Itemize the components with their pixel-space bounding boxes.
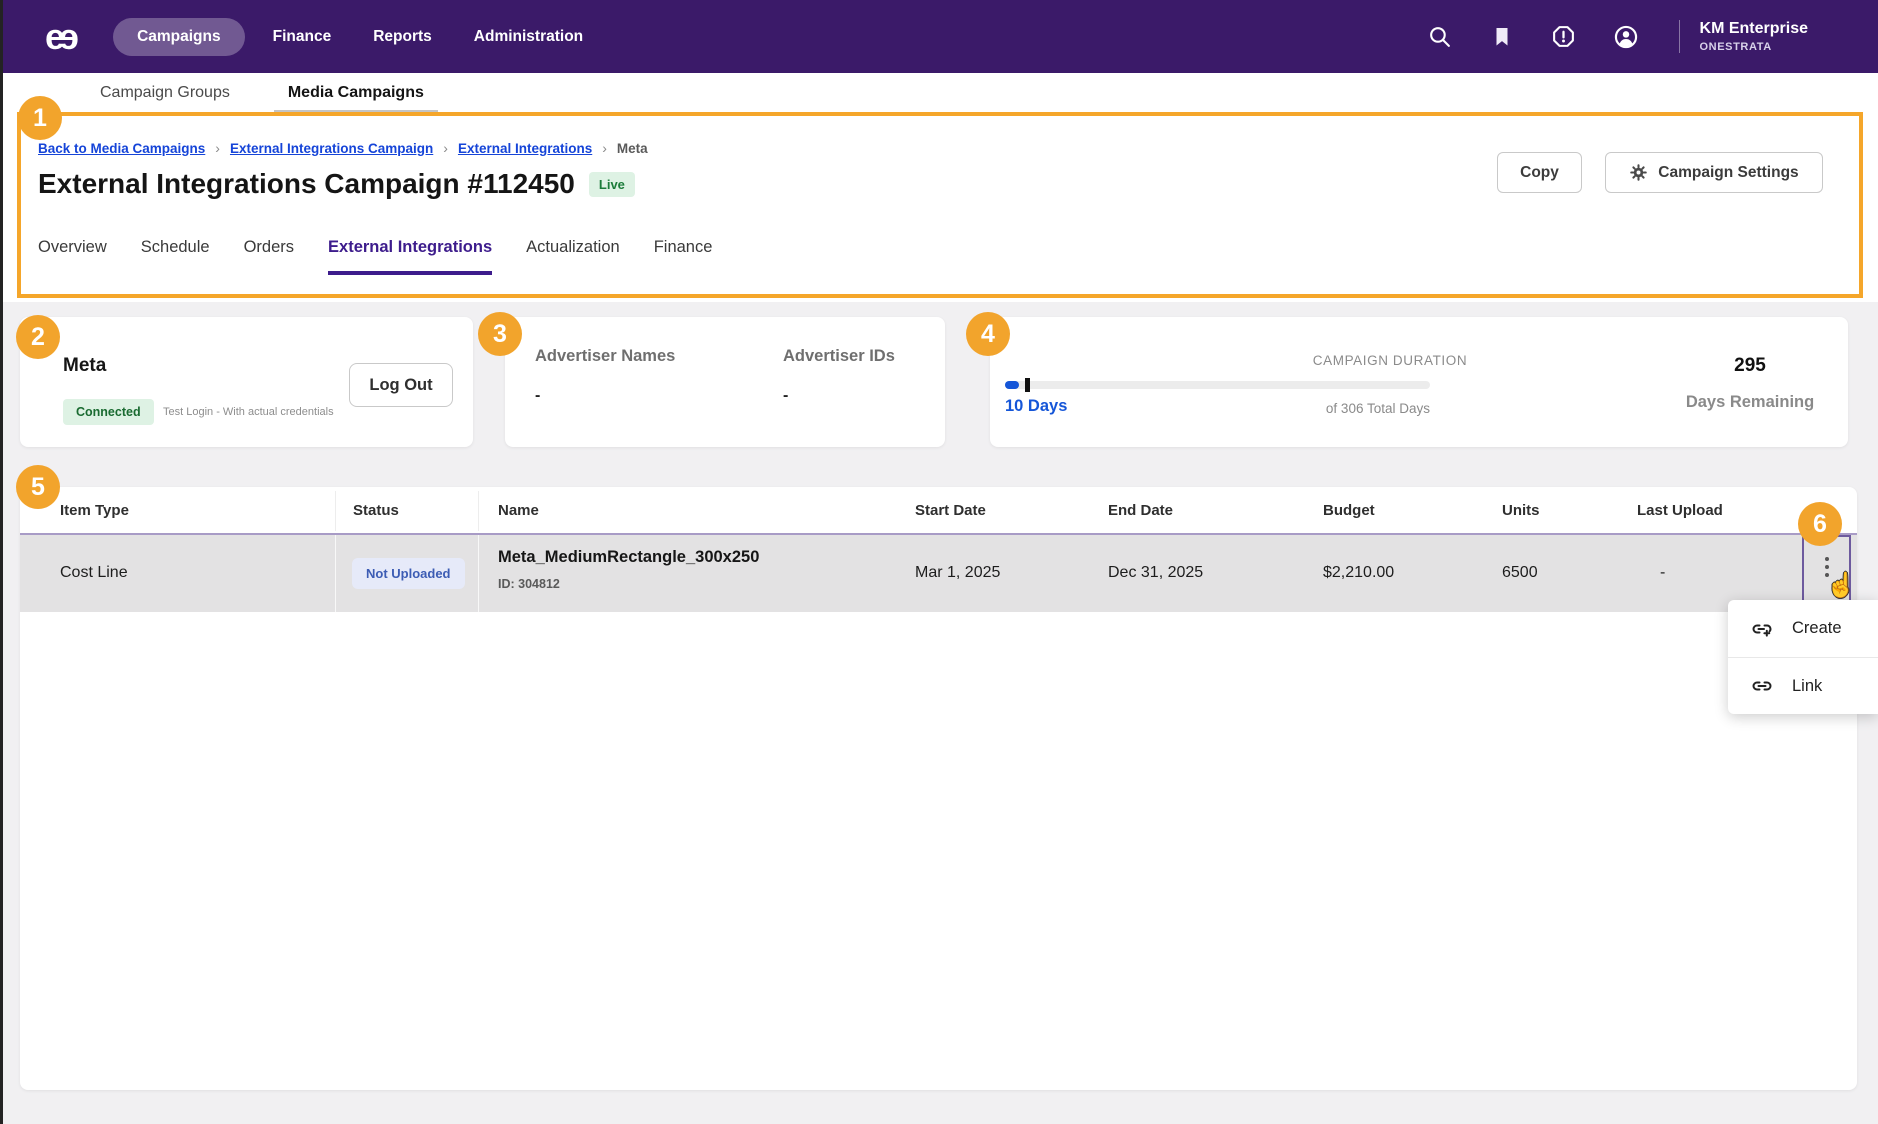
days-remaining-label: Days Remaining (1670, 393, 1830, 412)
account-name: KM Enterprise (1700, 20, 1808, 38)
breadcrumb-current: Meta (617, 141, 648, 156)
campaign-settings-button[interactable]: Campaign Settings (1605, 152, 1823, 193)
nav-item-reports[interactable]: Reports (359, 18, 446, 56)
campaign-settings-label: Campaign Settings (1658, 164, 1798, 182)
top-navigation-bar: ee Campaigns Finance Reports Administrat… (0, 0, 1878, 73)
days-remaining-value: 295 (1670, 355, 1830, 377)
tab-actualization[interactable]: Actualization (526, 238, 620, 275)
status-badge-live: Live (589, 172, 635, 197)
primary-nav: Campaigns Finance Reports Administration (113, 18, 597, 56)
link-plus-icon (1750, 617, 1774, 641)
topbar-actions: KM Enterprise ONESTRATA (1427, 20, 1808, 53)
connection-note: Test Login - With actual credentials (163, 406, 334, 418)
app-screen: ee Campaigns Finance Reports Administrat… (0, 0, 1878, 1124)
subtab-media-campaigns[interactable]: Media Campaigns (288, 84, 424, 102)
search-icon[interactable] (1427, 24, 1453, 50)
nav-item-administration[interactable]: Administration (460, 18, 597, 56)
account-icon[interactable] (1613, 24, 1639, 50)
page-title: External Integrations Campaign #112450 (38, 168, 575, 200)
advertiser-names-value: - (535, 387, 540, 405)
column-divider (478, 535, 479, 612)
alert-icon[interactable] (1551, 24, 1577, 50)
duration-progress-track (1005, 381, 1430, 389)
tab-external-integrations[interactable]: External Integrations (328, 238, 492, 275)
copy-button[interactable]: Copy (1497, 152, 1582, 193)
duration-total-label: of 306 Total Days (1290, 401, 1430, 416)
cell-units: 6500 (1502, 564, 1538, 582)
menu-item-create[interactable]: Create (1728, 600, 1878, 657)
connected-badge: Connected (63, 399, 154, 425)
subtab-campaign-groups[interactable]: Campaign Groups (100, 84, 230, 102)
gear-icon (1629, 163, 1648, 182)
cell-status-badge: Not Uploaded (352, 558, 465, 589)
advertiser-names-label: Advertiser Names (535, 347, 675, 366)
col-units[interactable]: Units (1502, 502, 1540, 519)
account-switcher[interactable]: KM Enterprise ONESTRATA (1679, 20, 1808, 53)
nav-item-campaigns[interactable]: Campaigns (113, 18, 245, 56)
log-out-button[interactable]: Log Out (349, 363, 453, 407)
menu-item-link[interactable]: Link (1728, 657, 1878, 714)
cell-start-date: Mar 1, 2025 (915, 564, 1000, 582)
campaign-tabs: Overview Schedule Orders External Integr… (38, 238, 712, 275)
chevron-right-icon: › (215, 140, 220, 156)
column-divider (478, 491, 479, 531)
breadcrumb-back-link[interactable]: Back to Media Campaigns (38, 141, 205, 156)
tab-finance[interactable]: Finance (654, 238, 713, 275)
tab-schedule[interactable]: Schedule (141, 238, 210, 275)
breadcrumb: Back to Media Campaigns › External Integ… (38, 140, 648, 156)
column-divider (335, 535, 336, 612)
tab-overview[interactable]: Overview (38, 238, 107, 275)
copy-button-label: Copy (1520, 164, 1559, 182)
cell-name: Meta_MediumRectangle_300x250 (498, 548, 759, 567)
col-end-date[interactable]: End Date (1108, 502, 1173, 519)
advertiser-ids-value: - (783, 387, 788, 405)
table-row[interactable]: Cost Line Not Uploaded Meta_MediumRectan… (20, 535, 1857, 612)
integration-items-table: Item Type Status Name Start Date End Dat… (20, 487, 1857, 1090)
connection-title: Meta (63, 355, 106, 377)
secondary-nav: Campaign Groups Media Campaigns (0, 73, 1878, 112)
meta-connection-card: Meta Connected Test Login - With actual … (20, 317, 473, 447)
duration-title: CAMPAIGN DURATION (1220, 353, 1560, 368)
campaign-duration-card: CAMPAIGN DURATION 10 Days of 306 Total D… (990, 317, 1848, 447)
cell-budget: $2,210.00 (1323, 564, 1394, 582)
chevron-right-icon: › (443, 140, 448, 156)
page-title-row: External Integrations Campaign #112450 L… (38, 168, 635, 200)
col-start-date[interactable]: Start Date (915, 502, 986, 519)
bookmark-icon[interactable] (1489, 24, 1515, 50)
column-divider (335, 491, 336, 531)
advertiser-ids-label: Advertiser IDs (783, 347, 895, 366)
col-budget[interactable]: Budget (1323, 502, 1375, 519)
kebab-dots (1804, 537, 1849, 577)
window-edge (0, 0, 3, 1124)
duration-progress-fill (1005, 381, 1019, 389)
breadcrumb-campaign-link[interactable]: External Integrations Campaign (230, 141, 433, 156)
cell-item-type: Cost Line (60, 564, 128, 582)
link-icon (1750, 674, 1774, 698)
cell-end-date: Dec 31, 2025 (1108, 564, 1203, 582)
menu-item-link-label: Link (1792, 677, 1822, 696)
col-item-type[interactable]: Item Type (60, 502, 129, 519)
row-actions-menu: Create Link (1728, 600, 1878, 714)
chevron-right-icon: › (602, 140, 607, 156)
col-name[interactable]: Name (498, 502, 539, 519)
nav-item-finance[interactable]: Finance (259, 18, 346, 56)
account-org: ONESTRATA (1700, 41, 1808, 53)
breadcrumb-integrations-link[interactable]: External Integrations (458, 141, 592, 156)
advertiser-card: Advertiser Names - Advertiser IDs - (505, 317, 945, 447)
duration-elapsed-label: 10 Days (1005, 397, 1067, 416)
col-last-upload[interactable]: Last Upload (1637, 502, 1723, 519)
duration-progress-marker[interactable] (1025, 378, 1030, 392)
cell-id: ID: 304812 (498, 577, 560, 591)
col-status[interactable]: Status (353, 502, 399, 519)
cell-last-upload: - (1660, 564, 1665, 582)
app-logo-icon[interactable]: ee (45, 19, 79, 55)
menu-item-create-label: Create (1792, 619, 1842, 638)
tab-orders[interactable]: Orders (244, 238, 294, 275)
